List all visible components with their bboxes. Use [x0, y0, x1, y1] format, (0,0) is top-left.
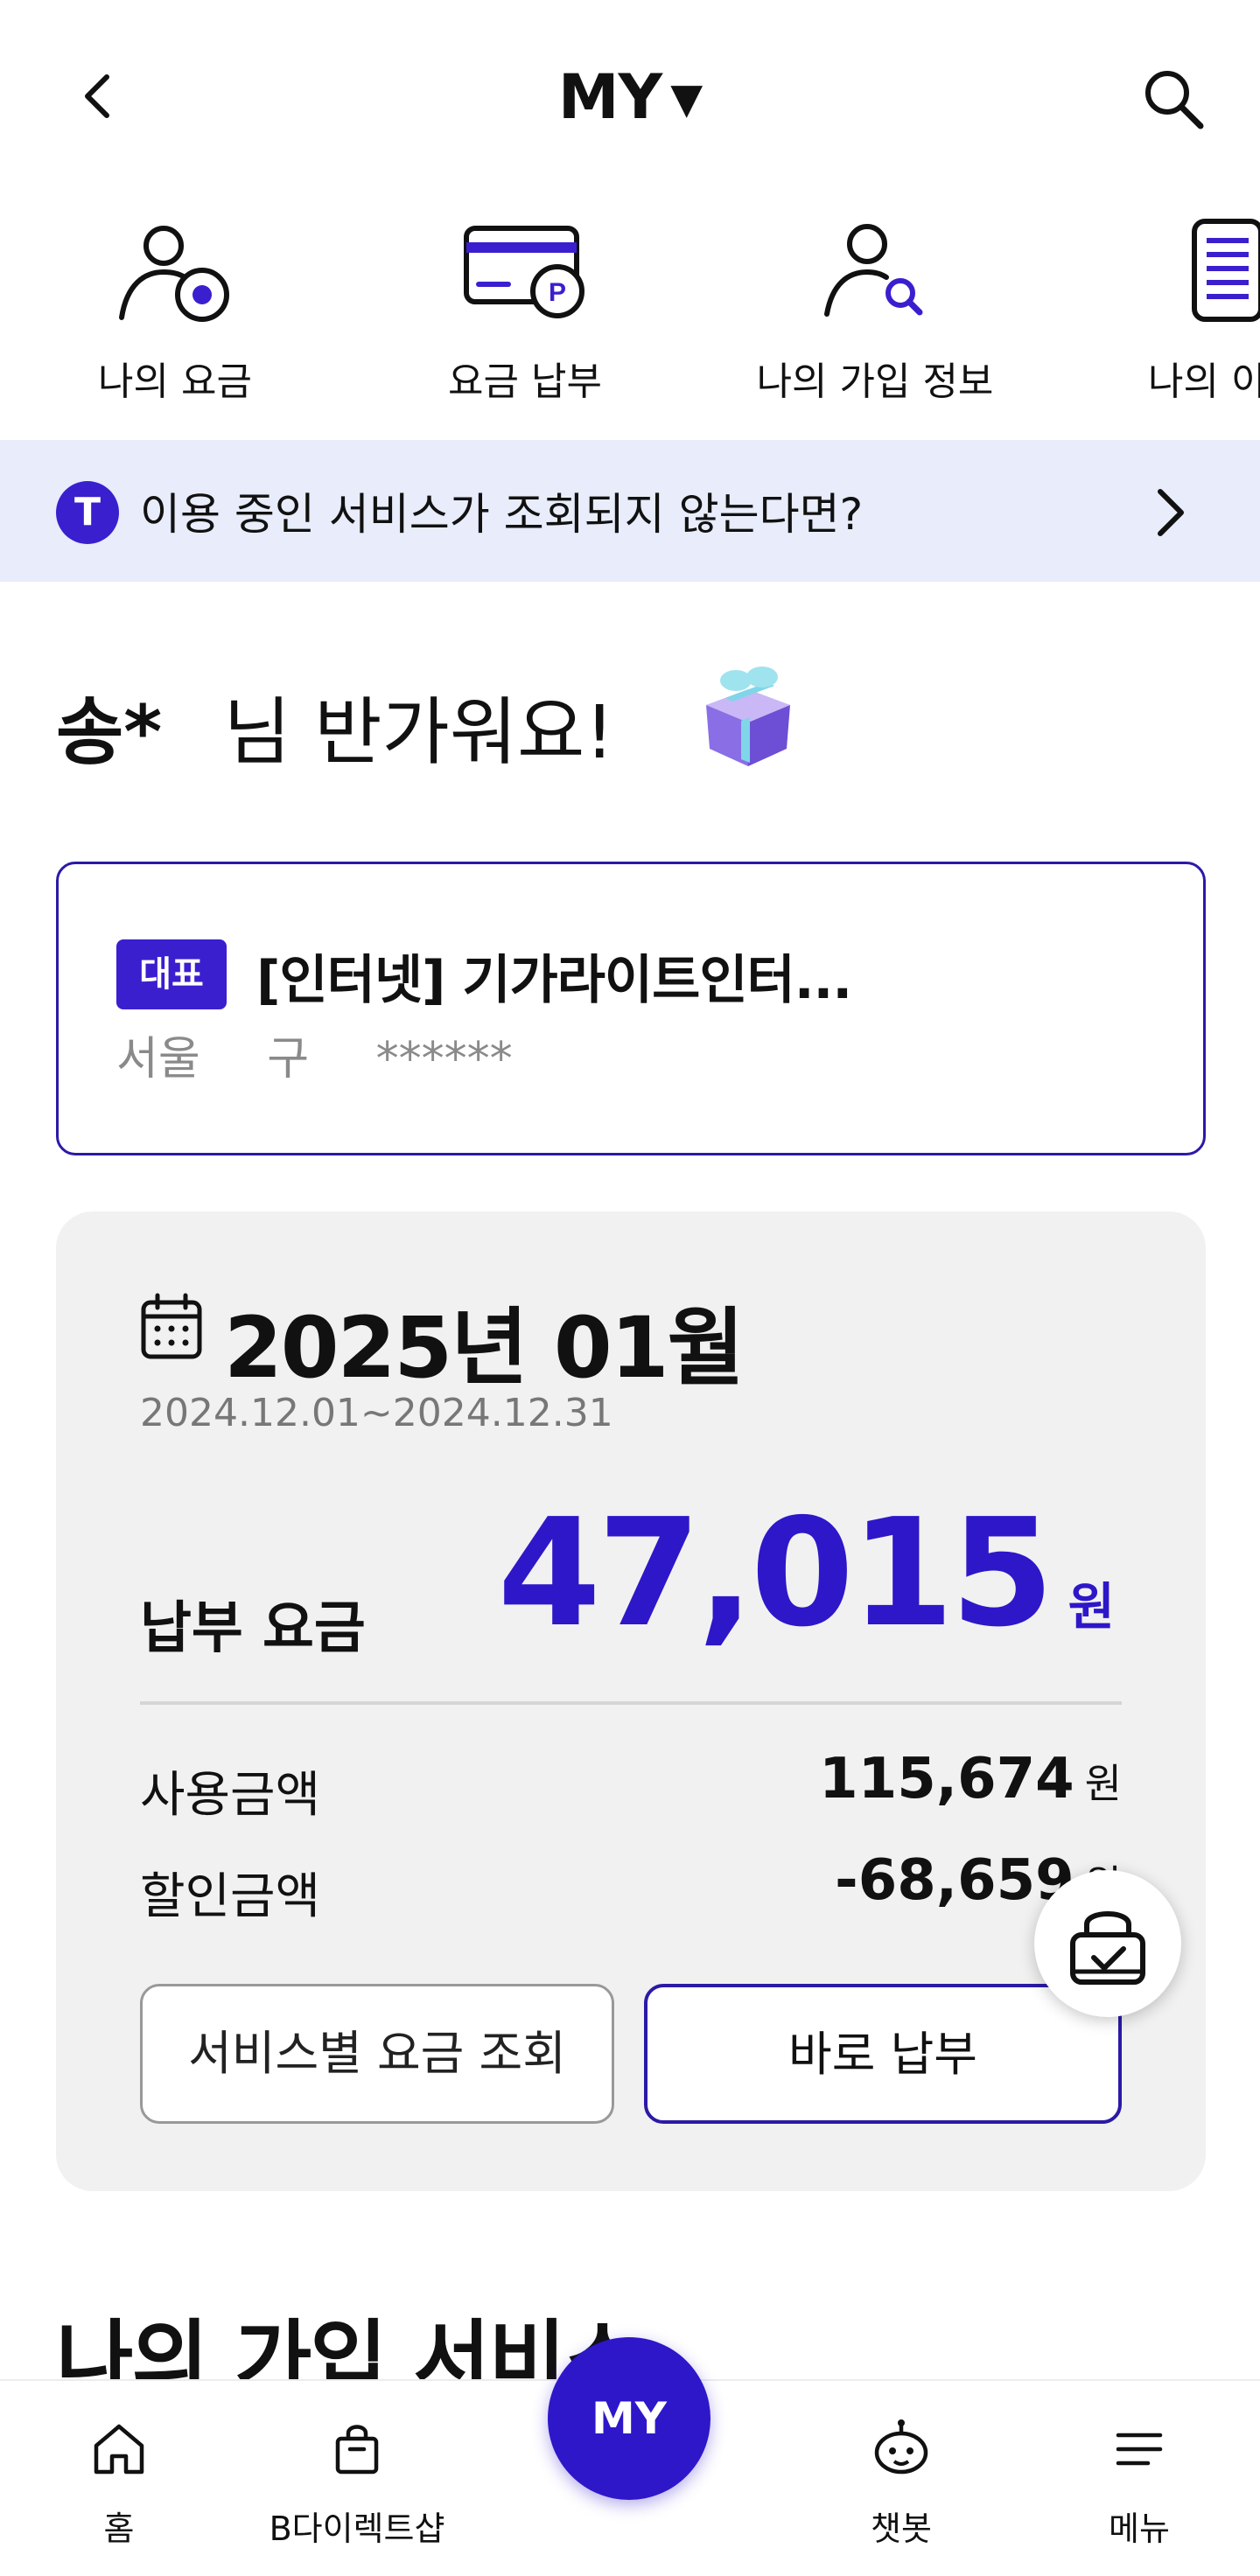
- service-address: 서울 구 ******: [116, 1033, 513, 1086]
- search-icon[interactable]: [1138, 63, 1208, 133]
- representative-badge: 대표: [116, 939, 227, 1009]
- caret-down-icon: ▼: [670, 74, 703, 123]
- user-coin-icon: [119, 226, 229, 322]
- service-name: [인터넷] 기가라이트인터...: [256, 950, 852, 1011]
- currency-unit: 원: [1084, 1760, 1122, 1807]
- security-lock-button[interactable]: [1034, 1870, 1181, 2017]
- svg-text:P: P: [549, 278, 566, 307]
- quick-menu-usage[interactable]: 나의 이용: [1085, 201, 1260, 429]
- nav-label: B다이렉트샵: [269, 2510, 445, 2548]
- quick-menu-label: 요금 납부: [448, 360, 602, 404]
- nav-label: 메뉴: [1109, 2510, 1170, 2548]
- divider: [140, 1701, 1122, 1705]
- discount-amount-value: -68,659: [835, 1848, 1074, 1913]
- usage-amount-value: 115,674: [819, 1747, 1074, 1812]
- quick-menu: 나의 요금 P 요금 납부 나의 가입 정보 나의 이용: [0, 201, 1260, 437]
- currency-unit: 원: [1068, 1577, 1115, 1637]
- page-title-dropdown[interactable]: MY ▼: [0, 61, 1260, 133]
- representative-service-card[interactable]: 대표 [인터넷] 기가라이트인터... 서울 구 ******: [56, 862, 1206, 1155]
- nav-direct-shop[interactable]: B다이렉트샵: [252, 2381, 462, 2576]
- usage-amount-label: 사용금액: [140, 1767, 321, 1824]
- bill-period: 2024.12.01~2024.12.31: [140, 1391, 613, 1435]
- top-header: MY ▼: [0, 0, 1260, 197]
- lock-check-icon: [1070, 1911, 1145, 1985]
- quick-menu-pay[interactable]: P 요금 납부: [385, 201, 665, 429]
- document-list-icon: [1192, 219, 1260, 322]
- quick-menu-label: 나의 이용: [1148, 360, 1260, 404]
- discount-amount-label: 할인금액: [140, 1868, 321, 1925]
- bill-month[interactable]: 2025년 01월: [224, 1280, 745, 1401]
- nav-menu[interactable]: 메뉴: [1034, 2381, 1244, 2576]
- quick-menu-label: 나의 가입 정보: [756, 360, 994, 404]
- chevron-right-icon[interactable]: [1146, 481, 1195, 544]
- greeting: 송* 님 반가워요!: [56, 674, 614, 779]
- nav-home[interactable]: 홈: [14, 2381, 224, 2576]
- usage-amount: 115,674 원: [819, 1747, 1122, 1812]
- shopping-bag-icon: [335, 2425, 379, 2475]
- banner-text: 이용 중인 서비스가 조회되지 않는다면?: [140, 489, 864, 540]
- nav-chatbot[interactable]: 챗봇: [796, 2381, 1006, 2576]
- pay-now-button[interactable]: 바로 납부: [644, 1984, 1122, 2124]
- fee-by-service-button[interactable]: 서비스별 요금 조회: [140, 1984, 614, 2124]
- home-icon: [94, 2424, 144, 2475]
- card-point-icon: P: [464, 226, 584, 318]
- quick-menu-label: 나의 요금: [98, 360, 252, 404]
- nav-my-button[interactable]: MY: [548, 2337, 710, 2500]
- user-search-icon: [824, 224, 923, 317]
- calendar-icon: [141, 1293, 202, 1359]
- quick-menu-subscription-info[interactable]: 나의 가입 정보: [735, 201, 1015, 429]
- nav-label: 홈: [103, 2510, 135, 2548]
- payment-amount: 47,015 원: [498, 1487, 1115, 1660]
- payment-amount-label: 납부 요금: [140, 1596, 366, 1661]
- t-logo-icon: T: [56, 481, 119, 544]
- nav-label: 챗봇: [871, 2510, 932, 2548]
- greeting-message: 님 반가워요!: [223, 689, 614, 775]
- quick-menu-my-fee[interactable]: 나의 요금: [35, 201, 315, 429]
- page-title: MY: [557, 61, 662, 133]
- hamburger-menu-icon: [1116, 2433, 1163, 2466]
- gift-icon: [706, 667, 790, 766]
- chatbot-icon: [874, 2419, 928, 2475]
- bill-summary-card: 2025년 01월 2024.12.01~2024.12.31 납부 요금 47…: [56, 1211, 1206, 2191]
- user-name: 송*: [56, 689, 163, 775]
- payment-amount-value: 47,015: [497, 1487, 1054, 1660]
